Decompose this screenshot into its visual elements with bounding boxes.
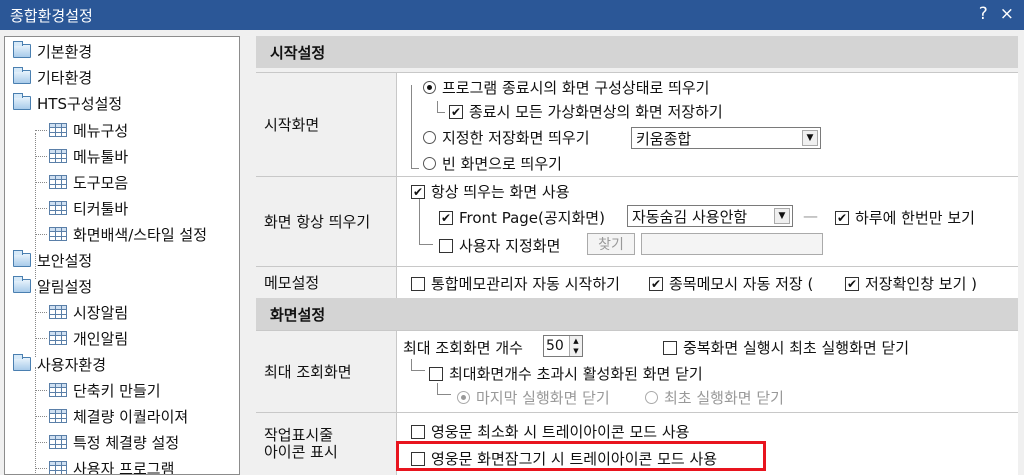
grid-icon — [49, 201, 67, 215]
tree-item-tools[interactable]: 도구모음 — [49, 170, 128, 194]
tree-item-volume[interactable]: 특정 체결량 설정 — [49, 430, 179, 454]
tray-minimize-checkbox[interactable]: 영웅문 최소화 시 트레이아이콘 모드 사용 — [411, 421, 689, 442]
grid-icon — [49, 227, 67, 241]
stepper-arrows-icon: ▲ ▼ — [569, 336, 582, 356]
tree-item-hts[interactable]: HTS구성설정 — [13, 91, 122, 115]
save-confirm-checkbox[interactable]: ✔ 저장확인창 보기 ) — [845, 273, 977, 294]
opt-restore-layout[interactable]: 프로그램 종료시의 화면 구성상태로 띄우기 — [423, 77, 709, 98]
help-button[interactable]: ? — [979, 4, 988, 24]
checkbox-icon — [411, 424, 425, 439]
radio-icon — [423, 157, 436, 170]
grid-icon — [49, 149, 67, 163]
close-button[interactable]: × — [1000, 4, 1014, 24]
settings-tree: 기본환경 기타환경 HTS구성설정 메뉴구성 메뉴툴바 도구모음 티커툴바 화면… — [4, 36, 240, 475]
always-use-checkbox[interactable]: ✔ 항상 띄우는 화면 사용 — [411, 181, 570, 202]
find-button[interactable]: 찾기 — [587, 233, 635, 255]
tree-item-equalizer[interactable]: 체결량 이퀄라이져 — [49, 404, 188, 428]
checkbox-checked-icon: ✔ — [439, 210, 453, 225]
grid-icon — [49, 435, 67, 449]
checkbox-icon — [429, 366, 443, 381]
section-screen-header: 화면설정 — [256, 298, 1018, 330]
separator-dash: — — [803, 207, 818, 225]
exceed-close-checkbox[interactable]: 최대화면개수 초과시 활성화된 화면 닫기 — [429, 363, 703, 384]
grid-icon — [49, 331, 67, 345]
start-screen-label: 시작화면 — [256, 72, 396, 176]
always-screen-box: ✔ 항상 띄우는 화면 사용 ✔ Front Page(공지화면) 자동숨김 사… — [396, 176, 1018, 266]
tree-item-menu[interactable]: 메뉴구성 — [49, 118, 128, 142]
radio-icon — [457, 391, 470, 404]
folder-icon — [13, 354, 31, 371]
memo-label: 메모설정 — [256, 266, 396, 298]
max-screen-label: 최대 조회화면 — [256, 330, 396, 412]
checkbox-checked-icon: ✔ — [649, 276, 663, 291]
checkbox-icon — [663, 340, 677, 355]
folder-icon — [13, 93, 31, 110]
tree-item-personal-alert[interactable]: 개인알림 — [49, 326, 128, 350]
grid-icon — [49, 409, 67, 423]
saved-screen-select[interactable]: 키움종합 ▼ — [631, 127, 821, 149]
grid-icon — [49, 305, 67, 319]
tree-item-menutoolbar[interactable]: 메뉴툴바 — [49, 144, 128, 168]
folder-icon — [13, 41, 31, 58]
always-screen-label: 화면 항상 띄우기 — [256, 176, 396, 266]
stock-memo-checkbox[interactable]: ✔ 종목메모시 자동 저장 ( — [649, 273, 813, 294]
tray-label: 작업표시줄 아이콘 표시 — [256, 412, 396, 475]
window-titlebar: 종합환경설정 ? × — [0, 0, 1024, 30]
checkbox-icon — [439, 238, 453, 253]
front-page-checkbox[interactable]: ✔ Front Page(공지화면) — [439, 207, 605, 228]
checkbox-checked-icon: ✔ — [835, 210, 849, 225]
front-page-select[interactable]: 자동숨김 사용안함 ▼ — [627, 205, 793, 227]
opt-saved-screen[interactable]: 지정한 저장화면 띄우기 — [423, 127, 590, 148]
folder-icon — [13, 250, 31, 267]
tree-item-etc[interactable]: 기타환경 — [13, 65, 92, 89]
max-screen-box: 최대 조회화면 개수 50 ▲ ▼ 중복화면 실행시 최초 실행화면 닫기 최대화… — [396, 330, 1018, 412]
radio-icon — [423, 131, 436, 144]
chevron-down-icon: ▼ — [774, 208, 790, 224]
highlight-box — [396, 441, 766, 471]
dup-close-checkbox[interactable]: 중복화면 실행시 최초 실행화면 닫기 — [663, 337, 909, 358]
window-title: 종합환경설정 — [10, 6, 93, 25]
checkbox-checked-icon: ✔ — [411, 184, 425, 199]
checkbox-icon — [411, 276, 425, 291]
memo-box: 통합메모관리자 자동 시작하기 ✔ 종목메모시 자동 저장 ( ✔ 저장확인창 … — [396, 266, 1018, 298]
tree-item-shortcut[interactable]: 단축키 만들기 — [49, 378, 161, 402]
radio-icon — [423, 81, 436, 94]
tree-item-basic[interactable]: 기본환경 — [13, 39, 92, 63]
start-screen-box: 프로그램 종료시의 화면 구성상태로 띄우기 ✔ 종료시 모든 가상화면상의 화… — [396, 72, 1018, 176]
user-screen-input[interactable] — [641, 233, 823, 255]
radio-icon — [645, 391, 658, 404]
checkbox-checked-icon: ✔ — [845, 276, 859, 291]
max-count-stepper[interactable]: 50 ▲ ▼ — [543, 335, 583, 357]
checkbox-checked-icon: ✔ — [449, 104, 463, 119]
user-screen-checkbox[interactable]: 사용자 지정화면 — [439, 235, 560, 256]
tree-item-ticker[interactable]: 티커툴바 — [49, 196, 128, 220]
section-start-header: 시작설정 — [256, 36, 1018, 68]
grid-icon — [49, 383, 67, 397]
folder-icon — [13, 67, 31, 84]
grid-icon — [49, 461, 67, 474]
tree-item-color-style[interactable]: 화면배색/스타일 설정 — [49, 222, 207, 246]
memo-auto-checkbox[interactable]: 통합메모관리자 자동 시작하기 — [411, 273, 620, 294]
chevron-down-icon: ▼ — [802, 130, 818, 146]
grid-icon — [49, 175, 67, 189]
opt-blank-screen[interactable]: 빈 화면으로 띄우기 — [423, 153, 562, 174]
tree-item-user-program[interactable]: 사용자 프로그램 — [49, 456, 174, 474]
tree-item-alert[interactable]: 알림설정 — [13, 274, 92, 298]
folder-icon — [13, 276, 31, 293]
daily-once-checkbox[interactable]: ✔ 하루에 한번만 보기 — [835, 207, 975, 228]
last-close-radio[interactable]: 마지막 실행화면 닫기 — [457, 387, 610, 408]
opt-save-virtual[interactable]: ✔ 종료시 모든 가상화면상의 화면 저장하기 — [449, 101, 723, 122]
first-close-radio[interactable]: 최초 실행화면 닫기 — [645, 387, 784, 408]
grid-icon — [49, 123, 67, 137]
settings-panel: 시작설정 시작화면 프로그램 종료시의 화면 구성상태로 띄우기 ✔ 종료시 모… — [248, 36, 1024, 475]
tree-item-security[interactable]: 보안설정 — [13, 248, 92, 272]
tree-item-market-alert[interactable]: 시장알림 — [49, 300, 128, 324]
tree-item-user-env[interactable]: 사용자환경 — [13, 352, 106, 376]
max-count-label: 최대 조회화면 개수 — [403, 339, 523, 357]
